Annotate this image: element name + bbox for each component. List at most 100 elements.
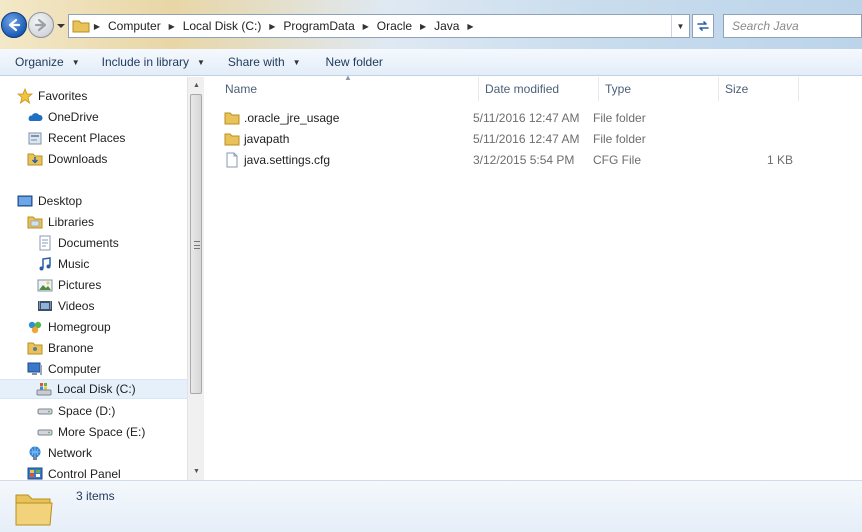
file-size: 1 KB <box>767 153 794 167</box>
file-name: javapath <box>244 132 290 146</box>
nav-pictures-label: Pictures <box>58 278 102 292</box>
new-folder-button[interactable]: New folder <box>310 49 392 75</box>
chevron-down-icon: ▼ <box>197 57 205 67</box>
nav-favorites[interactable]: Favorites <box>17 86 87 106</box>
file-icon <box>224 152 240 168</box>
breadcrumb-separator-icon[interactable]: ▶ <box>359 22 373 31</box>
item-count: 3 items <box>76 489 115 503</box>
nav-network[interactable]: Network <box>27 443 92 463</box>
nav-local-disk-c[interactable]: Local Disk (C:) <box>0 379 187 399</box>
nav-space-d[interactable]: Space (D:) <box>37 401 115 421</box>
organize-label: Organize <box>15 55 64 69</box>
nav-music-label: Music <box>58 257 90 271</box>
search-input[interactable]: Search Java <box>723 14 862 38</box>
nav-branone[interactable]: Branone <box>27 338 93 358</box>
refresh-button[interactable] <box>692 14 714 38</box>
windows-drive-icon <box>36 381 52 397</box>
folder-icon <box>224 131 240 147</box>
videos-icon <box>37 298 53 314</box>
nav-more-space-e[interactable]: More Space (E:) <box>37 422 145 442</box>
nav-network-label: Network <box>48 446 93 460</box>
address-bar-region: ▶ Computer ▶ Local Disk (C:) ▶ ProgramDa… <box>0 0 862 49</box>
nav-branone-label: Branone <box>48 341 94 355</box>
table-row[interactable]: java.settings.cfg 3/12/2015 5:54 PM CFG … <box>218 150 838 170</box>
forward-button[interactable] <box>28 12 54 38</box>
command-bar: Organize ▼ Include in library ▼ Share wi… <box>0 49 862 76</box>
nav-onedrive[interactable]: OneDrive <box>27 107 99 127</box>
file-name: .oracle_jre_usage <box>244 111 340 125</box>
nav-control-panel[interactable]: Control Panel <box>27 464 121 480</box>
organize-button[interactable]: Organize ▼ <box>0 49 89 75</box>
grip-icon <box>194 241 200 249</box>
file-date: 5/11/2016 12:47 AM <box>473 111 580 125</box>
file-name-cell: javapath <box>224 129 289 149</box>
back-button[interactable] <box>1 12 27 38</box>
downloads-folder-icon <box>27 151 43 167</box>
table-row[interactable]: javapath 5/11/2016 12:47 AM File folder <box>218 129 838 149</box>
breadcrumb-java[interactable]: Java <box>430 19 463 33</box>
nav-libraries-label: Libraries <box>48 215 95 229</box>
column-header-size[interactable]: Size <box>719 77 799 101</box>
file-name: java.settings.cfg <box>244 153 331 167</box>
column-header-type[interactable]: Type <box>599 77 719 101</box>
nav-desktop[interactable]: Desktop <box>17 191 82 211</box>
recent-pages-dropdown[interactable] <box>55 20 67 32</box>
breadcrumb-separator-icon[interactable]: ▶ <box>463 22 477 31</box>
column-header-date-label: Date modified <box>485 82 560 96</box>
forward-arrow-icon <box>34 18 47 32</box>
nav-downloads[interactable]: Downloads <box>27 149 107 169</box>
user-folder-icon <box>27 340 43 356</box>
breadcrumb-local-disk[interactable]: Local Disk (C:) <box>179 19 266 33</box>
breadcrumb-separator-icon[interactable]: ▶ <box>265 22 279 31</box>
nav-homegroup-label: Homegroup <box>48 320 111 334</box>
scrollbar-thumb[interactable] <box>190 94 202 394</box>
breadcrumb-separator-icon[interactable]: ▶ <box>90 22 104 31</box>
nav-libraries[interactable]: Libraries <box>27 212 94 232</box>
column-header-size-label: Size <box>725 82 749 96</box>
nav-desktop-label: Desktop <box>38 194 83 208</box>
recent-places-icon <box>27 130 43 146</box>
breadcrumb-programdata[interactable]: ProgramData <box>279 19 358 33</box>
column-header-date-modified[interactable]: Date modified <box>479 77 599 101</box>
cloud-icon <box>27 109 43 125</box>
libraries-icon <box>27 214 43 230</box>
pictures-icon <box>37 277 53 293</box>
breadcrumb-oracle[interactable]: Oracle <box>373 19 416 33</box>
breadcrumb-separator-icon[interactable]: ▶ <box>165 22 179 31</box>
scroll-up-icon[interactable]: ▲ <box>188 77 205 94</box>
nav-documents[interactable]: Documents <box>37 233 119 253</box>
network-icon <box>27 445 43 461</box>
nav-pictures[interactable]: Pictures <box>37 275 101 295</box>
nav-homegroup[interactable]: Homegroup <box>27 317 111 337</box>
drive-icon <box>37 424 53 440</box>
folder-icon <box>224 110 240 126</box>
nav-recent-places-label: Recent Places <box>48 131 126 145</box>
include-in-library-button[interactable]: Include in library ▼ <box>89 49 214 75</box>
nav-computer[interactable]: Computer <box>27 359 101 379</box>
file-date: 5/11/2016 12:47 AM <box>473 132 580 146</box>
nav-music[interactable]: Music <box>37 254 89 274</box>
navigation-scrollbar[interactable]: ▲ ▼ <box>187 77 204 480</box>
address-history-dropdown[interactable]: ▼ <box>671 15 689 37</box>
share-with-button[interactable]: Share with ▼ <box>214 49 310 75</box>
breadcrumb-computer[interactable]: Computer <box>104 19 165 33</box>
folder-icon <box>15 494 53 526</box>
search-placeholder: Search Java <box>732 19 799 33</box>
documents-icon <box>37 235 53 251</box>
address-field[interactable]: ▶ Computer ▶ Local Disk (C:) ▶ ProgramDa… <box>68 14 690 38</box>
nav-space-d-label: Space (D:) <box>58 404 116 418</box>
desktop-icon <box>17 193 33 209</box>
table-row[interactable]: .oracle_jre_usage 5/11/2016 12:47 AM Fil… <box>218 108 838 128</box>
column-header-name[interactable]: Name <box>219 77 479 101</box>
nav-favorites-label: Favorites <box>38 89 88 103</box>
folder-icon <box>72 20 90 33</box>
file-name-cell: .oracle_jre_usage <box>224 108 339 128</box>
breadcrumb-separator-icon[interactable]: ▶ <box>416 22 430 31</box>
nav-control-panel-label: Control Panel <box>48 467 121 480</box>
nav-videos[interactable]: Videos <box>37 296 94 316</box>
scroll-down-icon[interactable]: ▼ <box>188 463 205 480</box>
details-pane: 3 items <box>0 480 862 532</box>
nav-documents-label: Documents <box>58 236 119 250</box>
file-name-cell: java.settings.cfg <box>224 150 330 170</box>
nav-recent-places[interactable]: Recent Places <box>27 128 125 148</box>
